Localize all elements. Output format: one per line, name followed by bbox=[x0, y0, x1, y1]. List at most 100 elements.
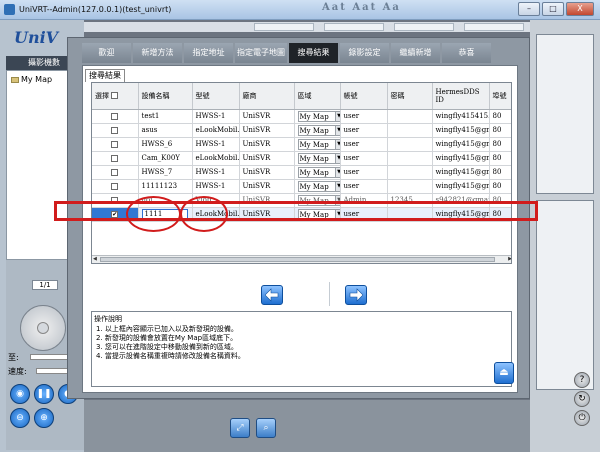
row-checkbox[interactable] bbox=[111, 154, 119, 162]
cell-device-name[interactable]: HWSS_6 bbox=[138, 137, 193, 152]
cell-account[interactable]: user bbox=[340, 151, 388, 166]
cell-device-name[interactable]: Cam_K00Y bbox=[138, 151, 193, 166]
tree-node-my-map[interactable]: My Map bbox=[11, 75, 52, 84]
zoom-fit-icon[interactable]: ⤢ bbox=[230, 418, 250, 438]
tab-specify-emap[interactable]: 指定電子地圖 bbox=[235, 43, 287, 63]
column-header-dds-id[interactable]: HermesDDS ID bbox=[432, 83, 490, 110]
scroll-left-icon[interactable]: ◀ bbox=[93, 256, 97, 262]
cell-device-name[interactable]: test1 bbox=[138, 109, 193, 124]
column-header-model[interactable]: 型號 bbox=[192, 83, 240, 110]
area-dropdown[interactable]: My Map ▼ bbox=[297, 138, 339, 150]
cell-account[interactable]: user bbox=[340, 165, 388, 180]
tab-specify-address[interactable]: 指定地址 bbox=[184, 43, 233, 63]
search-camera-icon[interactable]: ⌕ bbox=[256, 418, 276, 438]
area-dropdown[interactable]: My Map ▼ bbox=[297, 110, 339, 122]
area-dropdown[interactable]: My Map ▼ bbox=[297, 152, 339, 164]
cell-model[interactable]: HWSS-1 bbox=[192, 165, 240, 180]
tab-add-method[interactable]: 新增方法 bbox=[133, 43, 182, 63]
cell-account[interactable]: user bbox=[340, 137, 388, 152]
row-checkbox[interactable] bbox=[111, 182, 119, 190]
cell-password[interactable] bbox=[387, 123, 433, 138]
column-header-device-name[interactable]: 設備名稱 bbox=[138, 83, 193, 110]
column-header-account[interactable]: 帳號 bbox=[340, 83, 388, 110]
scrollbar-thumb[interactable] bbox=[100, 257, 495, 262]
column-header-select[interactable]: 選擇 bbox=[92, 83, 139, 110]
cell-password[interactable] bbox=[387, 137, 433, 152]
cell-area[interactable]: My Map ▼ bbox=[294, 123, 341, 138]
cell-dds-id[interactable]: wingfly415415... bbox=[432, 109, 490, 124]
cell-account[interactable]: user bbox=[340, 109, 388, 124]
previous-button[interactable] bbox=[261, 285, 283, 305]
cell-area[interactable]: My Map ▼ bbox=[294, 109, 341, 124]
minimize-button[interactable]: – bbox=[518, 2, 540, 16]
tab-continue-add[interactable]: 繼續新增 bbox=[391, 43, 440, 63]
area-dropdown[interactable]: My Map ▼ bbox=[297, 166, 339, 178]
cell-area[interactable]: My Map ▼ bbox=[294, 165, 341, 180]
exit-wizard-button[interactable]: ⏏ bbox=[494, 362, 514, 384]
table-row[interactable]: Cam_K00YeLookMobil...UniSVR My Map ▼user wi… bbox=[92, 151, 511, 166]
cell-model[interactable]: HWSS-1 bbox=[192, 137, 240, 152]
row-checkbox[interactable] bbox=[111, 168, 119, 176]
cell-vendor[interactable]: UniSVR bbox=[239, 137, 295, 152]
cell-device-name[interactable]: 11111123 bbox=[138, 179, 193, 194]
cell-port[interactable]: 80 bbox=[489, 109, 511, 124]
pause-icon[interactable]: ❚❚ bbox=[34, 384, 54, 404]
row-checkbox[interactable] bbox=[111, 140, 119, 148]
cell-vendor[interactable]: UniSVR bbox=[239, 165, 295, 180]
info-icon[interactable]: ? bbox=[574, 372, 590, 388]
row-checkbox[interactable] bbox=[111, 126, 119, 134]
cell-password[interactable] bbox=[387, 109, 433, 124]
select-all-checkbox[interactable] bbox=[111, 92, 119, 100]
next-button[interactable] bbox=[345, 285, 367, 305]
subtab-search-results[interactable]: 搜尋結果 bbox=[85, 69, 125, 82]
cell-vendor[interactable]: UniSVR bbox=[239, 151, 295, 166]
snapshot-icon[interactable]: ◉ bbox=[10, 384, 30, 404]
close-button[interactable]: X bbox=[566, 2, 594, 16]
cell-port[interactable]: 80 bbox=[489, 123, 511, 138]
area-dropdown[interactable]: My Map ▼ bbox=[297, 124, 339, 136]
select-cell[interactable] bbox=[92, 109, 139, 124]
cell-port[interactable]: 80 bbox=[489, 165, 511, 180]
select-cell[interactable] bbox=[92, 165, 139, 180]
column-header-password[interactable]: 密碼 bbox=[387, 83, 433, 110]
cell-area[interactable]: My Map ▼ bbox=[294, 179, 341, 194]
cell-vendor[interactable]: UniSVR bbox=[239, 109, 295, 124]
cell-port[interactable]: 80 bbox=[489, 137, 511, 152]
cell-vendor[interactable]: UniSVR bbox=[239, 179, 295, 194]
row-checkbox[interactable] bbox=[111, 112, 119, 120]
power-icon[interactable]: ⏻ bbox=[574, 410, 590, 426]
maximize-button[interactable]: □ bbox=[542, 2, 564, 16]
tab-welcome[interactable]: 歡迎 bbox=[82, 43, 131, 63]
cell-vendor[interactable]: UniSVR bbox=[239, 123, 295, 138]
column-header-port[interactable]: 埠號 bbox=[489, 83, 511, 110]
cell-model[interactable]: HWSS-1 bbox=[192, 109, 240, 124]
select-cell[interactable] bbox=[92, 137, 139, 152]
cell-password[interactable] bbox=[387, 179, 433, 194]
column-header-area[interactable]: 區域 bbox=[294, 83, 341, 110]
select-cell[interactable] bbox=[92, 179, 139, 194]
cell-dds-id[interactable]: wingfly415@gm... bbox=[432, 179, 490, 194]
cell-dds-id[interactable]: wingfly415@gm... bbox=[432, 137, 490, 152]
table-row[interactable]: 11111123HWSS-1UniSVR My Map ▼user wingfly41… bbox=[92, 179, 511, 194]
table-row[interactable]: HWSS_6HWSS-1UniSVR My Map ▼user wingfly415@… bbox=[92, 137, 511, 152]
cell-device-name[interactable]: HWSS_7 bbox=[138, 165, 193, 180]
zoom-out-icon[interactable]: ⊖ bbox=[10, 408, 30, 428]
table-row[interactable]: test1HWSS-1UniSVR My Map ▼user wingfly41541… bbox=[92, 109, 511, 124]
scroll-right-icon[interactable]: ▶ bbox=[508, 256, 511, 262]
cell-dds-id[interactable]: wingfly415@gm... bbox=[432, 165, 490, 180]
cell-account[interactable]: user bbox=[340, 179, 388, 194]
cell-password[interactable] bbox=[387, 165, 433, 180]
font-size-buttons[interactable]: Aat Aat Aa bbox=[322, 2, 401, 13]
cell-area[interactable]: My Map ▼ bbox=[294, 151, 341, 166]
cell-model[interactable]: eLookMobil... bbox=[192, 151, 240, 166]
cell-password[interactable] bbox=[387, 151, 433, 166]
cell-device-name[interactable]: asus bbox=[138, 123, 193, 138]
select-cell[interactable] bbox=[92, 123, 139, 138]
table-row[interactable]: HWSS_7HWSS-1UniSVR My Map ▼user wingfly415@… bbox=[92, 165, 511, 180]
refresh-icon[interactable]: ↻ bbox=[574, 391, 590, 407]
table-row[interactable]: asuseLookMobil...UniSVR My Map ▼user wingfl… bbox=[92, 123, 511, 138]
select-cell[interactable] bbox=[92, 151, 139, 166]
horizontal-scrollbar[interactable]: ◀ ▶ bbox=[92, 255, 511, 263]
cell-area[interactable]: My Map ▼ bbox=[294, 137, 341, 152]
cell-account[interactable]: user bbox=[340, 123, 388, 138]
